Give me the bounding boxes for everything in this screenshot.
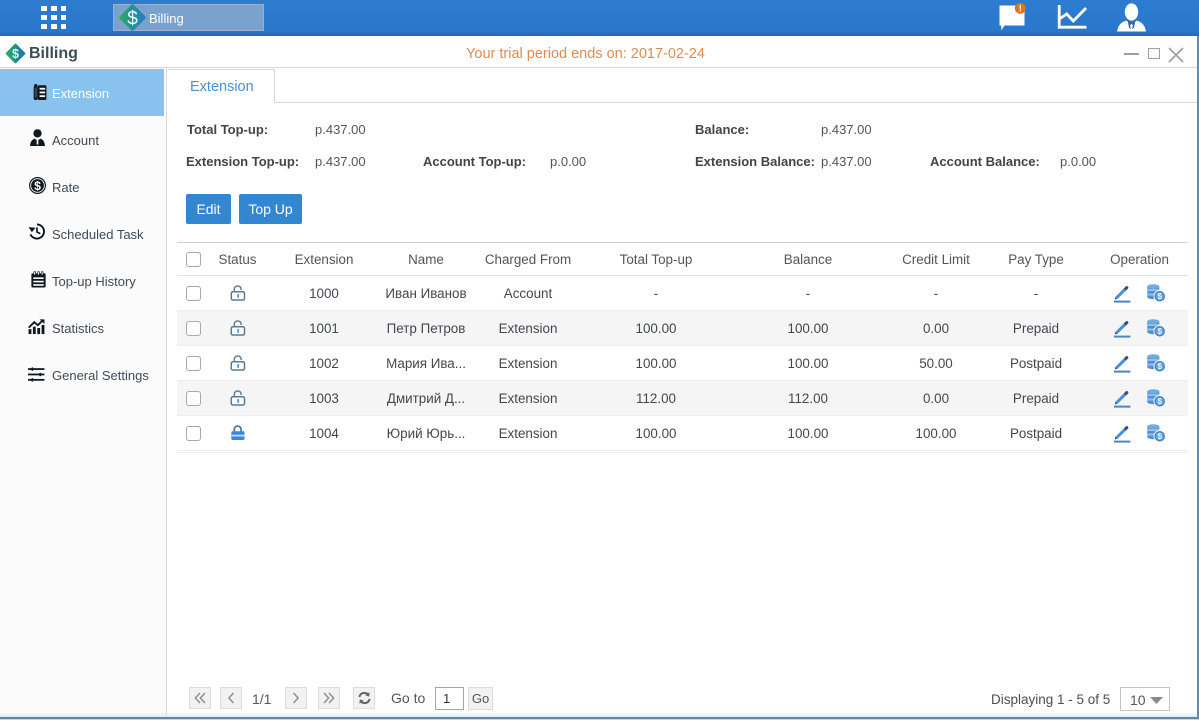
svg-text:!: ! — [1019, 4, 1022, 14]
svg-text:$: $ — [127, 9, 138, 30]
svg-text:$: $ — [34, 179, 41, 193]
